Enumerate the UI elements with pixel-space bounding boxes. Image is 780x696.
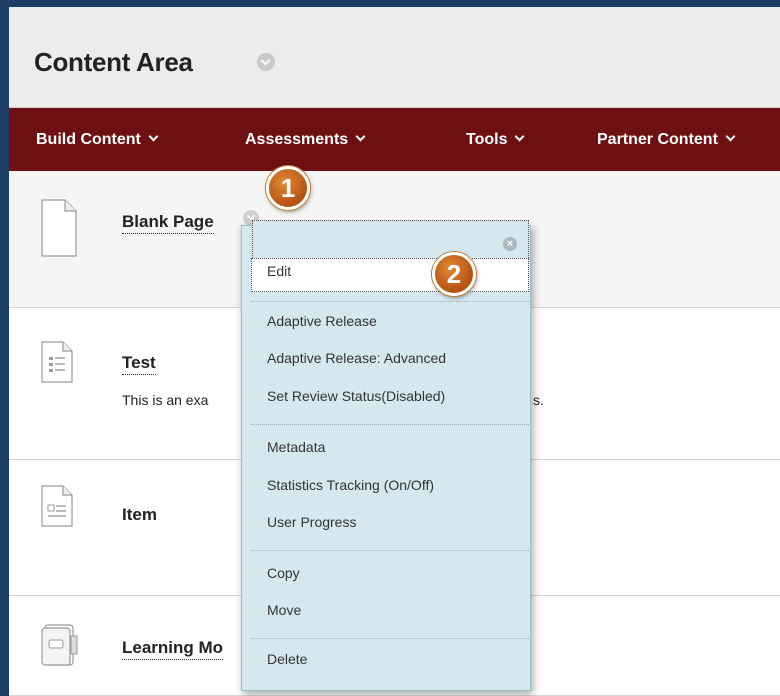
menu-item-set-review-status[interactable]: Set Review Status(Disabled)	[267, 388, 445, 404]
menu-partner-content[interactable]: Partner Content	[597, 131, 736, 149]
menu-item-adaptive-release[interactable]: Adaptive Release	[267, 313, 377, 329]
context-menu-edit-highlight	[251, 258, 529, 292]
context-menu-header	[252, 220, 529, 258]
menu-separator	[251, 638, 529, 639]
test-description-tail: s.	[533, 392, 544, 408]
test-icon	[41, 341, 73, 383]
test-title[interactable]: Test	[122, 353, 156, 375]
menu-item-edit[interactable]: Edit	[267, 263, 291, 279]
content-frame: Content Area Build Content Assessments T…	[9, 7, 780, 696]
menu-item-move[interactable]: Move	[267, 602, 301, 618]
menu-item-statistics-tracking[interactable]: Statistics Tracking (On/Off)	[267, 477, 434, 493]
chevron-down-icon	[515, 131, 525, 142]
menu-item-user-progress[interactable]: User Progress	[267, 514, 356, 530]
blank-page-icon	[41, 199, 77, 257]
page-options-chevron-icon[interactable]	[257, 53, 275, 71]
context-menu	[241, 225, 531, 691]
item-icon	[41, 485, 73, 527]
menu-separator	[251, 424, 529, 425]
menu-item-adaptive-release-advanced[interactable]: Adaptive Release: Advanced	[267, 350, 446, 366]
menu-partner-content-label: Partner Content	[597, 131, 718, 148]
menu-item-copy[interactable]: Copy	[267, 565, 300, 581]
page-title: Content Area	[34, 47, 193, 77]
test-description: This is an exa	[122, 392, 209, 408]
item-title[interactable]: Item	[122, 505, 157, 526]
menu-item-metadata[interactable]: Metadata	[267, 439, 325, 455]
menu-separator	[251, 550, 529, 551]
menu-assessments-label: Assessments	[245, 131, 349, 148]
blank-page-title[interactable]: Blank Page	[122, 212, 214, 234]
learning-module-icon	[41, 624, 78, 666]
menu-item-delete[interactable]: Delete	[267, 651, 307, 667]
callout-step-1: 1	[266, 166, 310, 210]
callout-step-2: 2	[432, 252, 476, 296]
close-icon[interactable]: ×	[503, 237, 517, 251]
menu-tools[interactable]: Tools	[466, 131, 525, 149]
chevron-down-icon	[148, 131, 159, 142]
menu-tools-label: Tools	[466, 131, 508, 148]
page-header: Content Area	[9, 7, 780, 108]
learning-module-title[interactable]: Learning Mo	[122, 638, 224, 660]
action-bar: Build Content Assessments Tools Partner …	[9, 108, 780, 171]
chevron-down-icon	[355, 131, 366, 142]
menu-separator	[251, 301, 529, 302]
menu-build-content[interactable]: Build Content	[36, 131, 159, 149]
chevron-down-icon	[725, 131, 736, 142]
menu-build-content-label: Build Content	[36, 131, 141, 148]
menu-assessments[interactable]: Assessments	[245, 131, 366, 149]
